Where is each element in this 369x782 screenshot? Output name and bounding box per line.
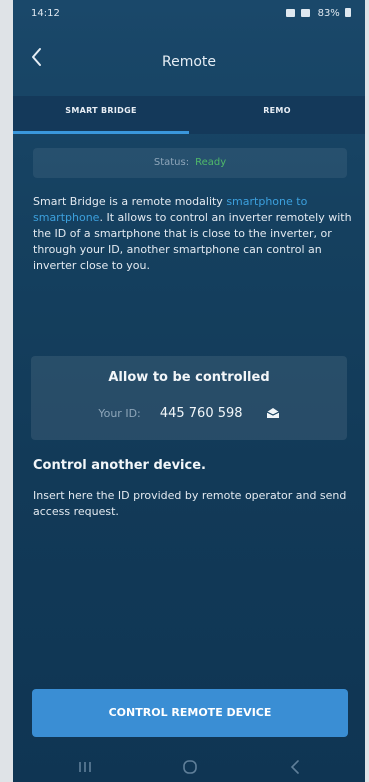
- signal-icon: [301, 9, 311, 17]
- control-remote-device-button[interactable]: CONTROL REMOTE DEVICE: [32, 689, 348, 737]
- page-title: Remote: [161, 54, 217, 70]
- recent-apps-icon: [79, 762, 91, 772]
- home-button[interactable]: [170, 758, 210, 776]
- tab-bar: SMART BRIDGE REMO: [13, 96, 365, 134]
- tab-remo[interactable]: REMO: [189, 96, 365, 134]
- tab-smart-bridge[interactable]: SMART BRIDGE: [13, 96, 189, 134]
- control-title: Control another device.: [33, 458, 206, 473]
- battery-icon: [345, 8, 351, 17]
- allow-control-card: Allow to be controlled Your ID: 445 760 …: [31, 356, 347, 440]
- control-text: Insert here the ID provided by remote op…: [33, 489, 347, 518]
- recent-apps-button[interactable]: [65, 758, 105, 776]
- battery-percent: 83%: [317, 8, 340, 19]
- status-bar: 14:12 83%: [13, 0, 365, 26]
- status-value: Ready: [195, 157, 227, 168]
- status-time: 14:12: [31, 8, 60, 19]
- phone-screen: 14:12 83% Remote SMART BRIDGE REMO Statu…: [13, 0, 365, 782]
- description-text: Smart Bridge is a remote modality smartp…: [33, 194, 353, 274]
- share-icon[interactable]: [266, 404, 280, 418]
- description-intro: Smart Bridge is a remote modality: [33, 195, 227, 208]
- id-label: Your ID:: [98, 407, 141, 420]
- allow-title: Allow to be controlled: [108, 370, 270, 385]
- system-back-button[interactable]: [275, 758, 315, 776]
- notification-icon: [286, 9, 296, 17]
- status-box: Status: Ready: [33, 148, 347, 178]
- system-nav-bar: [13, 752, 365, 782]
- status-icons: 83%: [283, 8, 351, 19]
- share-glyph: [266, 408, 279, 418]
- id-row: Your ID: 445 760 598: [31, 402, 347, 421]
- back-arrow-icon: [290, 760, 299, 774]
- app-bar: Remote: [13, 44, 365, 80]
- status-label: Status:: [153, 157, 190, 168]
- active-tab-indicator: [13, 131, 189, 134]
- id-value: 445 760 598: [159, 406, 243, 421]
- home-icon: [183, 760, 197, 774]
